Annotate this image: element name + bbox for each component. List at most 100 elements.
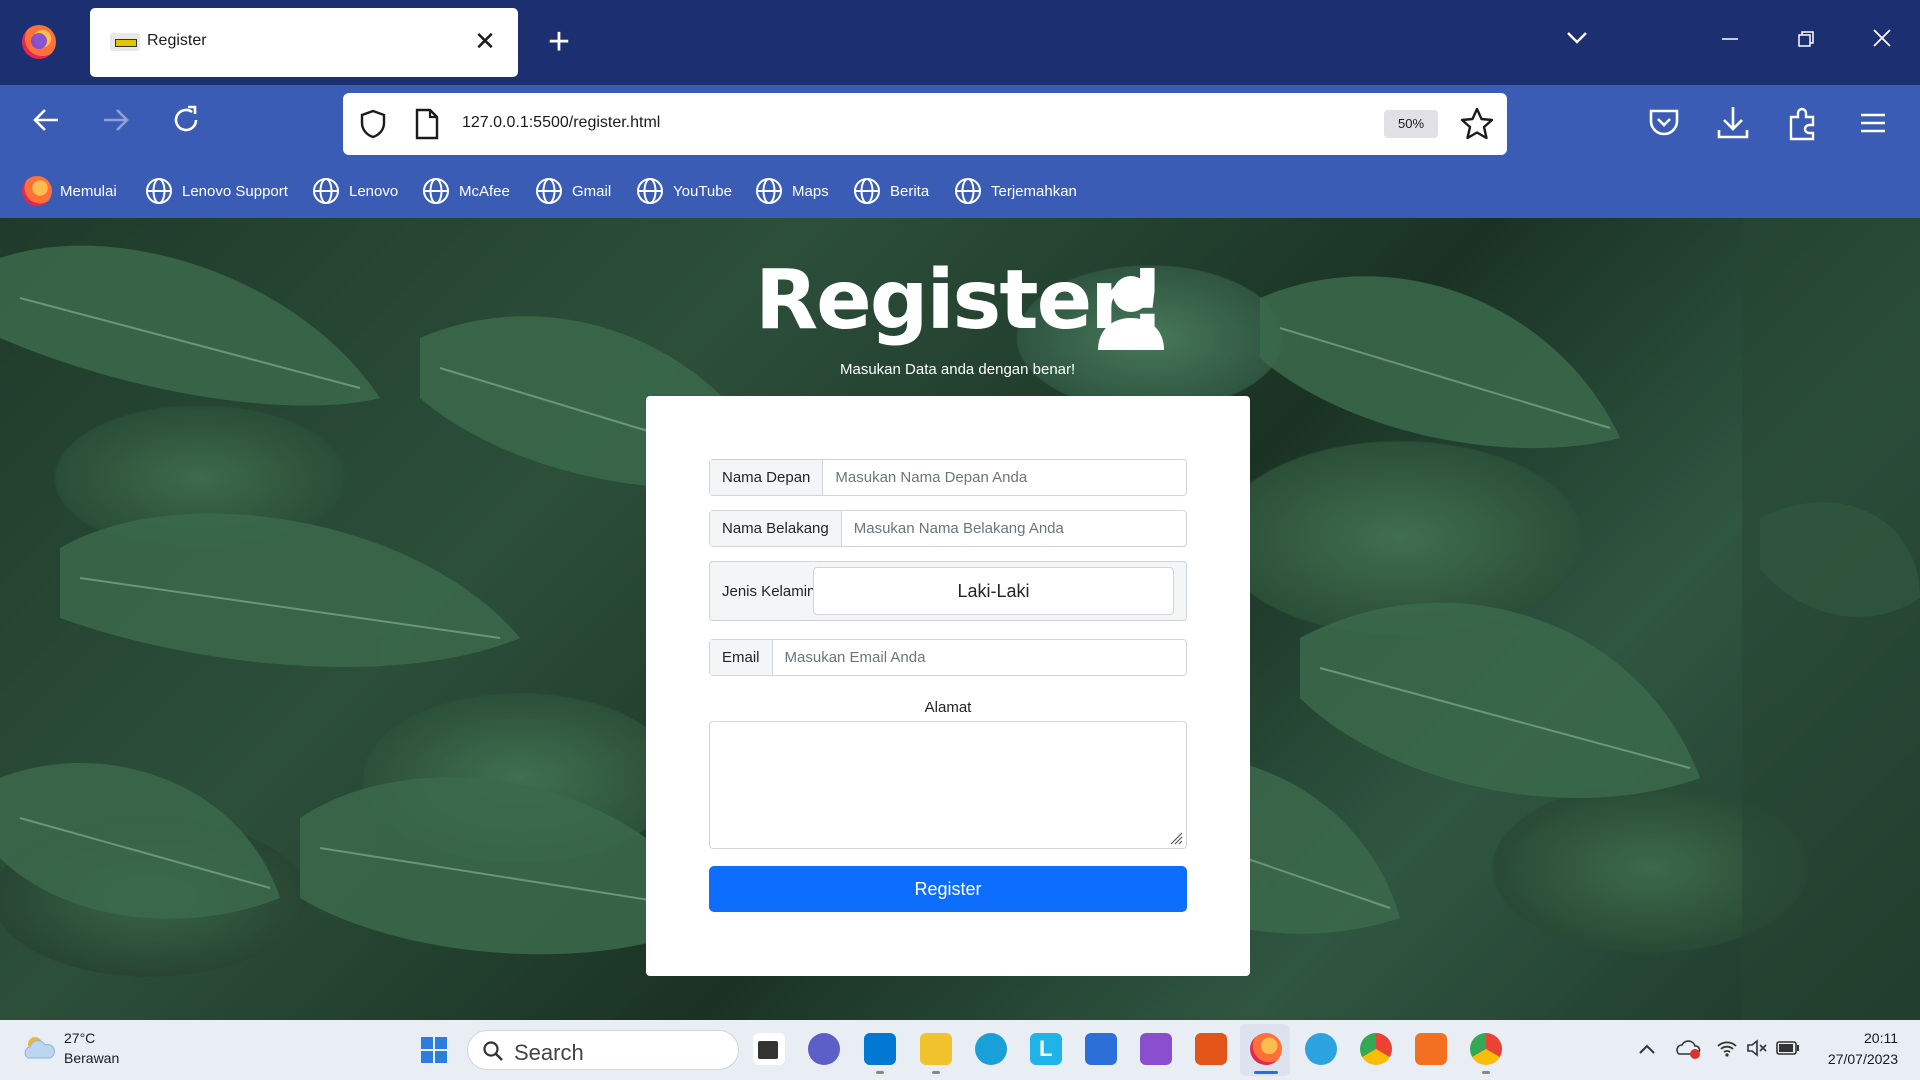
vscode-icon[interactable]: [864, 1033, 896, 1065]
chrome-profile-icon[interactable]: [1470, 1033, 1502, 1065]
running-indicator: [932, 1071, 940, 1074]
email-group: Email: [709, 639, 1187, 676]
address-label: Alamat: [924, 699, 972, 716]
shield-icon[interactable]: [357, 108, 389, 140]
gender-select[interactable]: Laki-Laki: [813, 567, 1174, 615]
tp-app-icon[interactable]: [1195, 1033, 1227, 1065]
wifi-icon[interactable]: [1716, 1038, 1738, 1058]
bookmark-youtube[interactable]: YouTube: [635, 176, 732, 206]
edge-icon[interactable]: [975, 1033, 1007, 1065]
globe-icon: [955, 178, 981, 204]
globe-icon: [536, 178, 562, 204]
bookmark-label: Lenovo: [349, 182, 399, 200]
teams-chat-icon[interactable]: [808, 1033, 840, 1065]
battery-icon[interactable]: [1776, 1040, 1800, 1056]
page-info-icon[interactable]: [413, 108, 441, 140]
search-icon: [483, 1041, 503, 1061]
gender-group: Jenis Kelamin Laki-Laki: [709, 561, 1187, 621]
first-name-input[interactable]: [823, 460, 1186, 495]
reload-button[interactable]: [166, 104, 206, 144]
globe-icon: [313, 178, 339, 204]
forward-button[interactable]: [96, 104, 136, 144]
new-tab-button[interactable]: +: [540, 23, 578, 62]
xampp-icon[interactable]: [1415, 1033, 1447, 1065]
hamburger-menu-icon[interactable]: [1851, 101, 1895, 145]
bookmark-label: YouTube: [673, 182, 732, 200]
close-window-button[interactable]: [1860, 20, 1904, 64]
bookmark-label: Berita: [890, 182, 930, 200]
bookmark-terjemahkan[interactable]: Terjemahkan: [953, 176, 1077, 206]
bookmark-gmail[interactable]: Gmail: [534, 176, 611, 206]
globe-icon: [756, 178, 782, 204]
bookmark-lenovo-support[interactable]: Lenovo Support: [144, 176, 288, 206]
last-name-input[interactable]: [841, 511, 1186, 546]
firefox-menu-icon[interactable]: [22, 25, 56, 59]
task-view-icon[interactable]: [753, 1033, 785, 1065]
browser-tab-bar: Register ✕ +: [0, 0, 1920, 85]
volume-muted-icon[interactable]: [1746, 1038, 1768, 1058]
taskbar-search-box[interactable]: Search: [467, 1030, 739, 1070]
zoom-level-badge[interactable]: 50%: [1384, 110, 1438, 138]
bookmark-maps[interactable]: Maps: [754, 176, 829, 206]
telegram-icon[interactable]: [1305, 1033, 1337, 1065]
close-tab-icon[interactable]: ✕: [470, 26, 500, 56]
back-button[interactable]: [26, 104, 66, 144]
firefox-icon: [22, 176, 52, 206]
bookmark-label: Lenovo Support: [182, 182, 288, 200]
running-indicator: [1482, 1071, 1490, 1074]
downloads-icon[interactable]: [1711, 101, 1755, 145]
bookmark-mcafee[interactable]: McAfee: [421, 176, 510, 206]
bookmark-label: Gmail: [572, 182, 612, 200]
list-all-tabs-icon[interactable]: [1555, 20, 1599, 64]
pocket-icon[interactable]: [1642, 101, 1686, 145]
file-explorer-icon[interactable]: [920, 1033, 952, 1065]
url-text[interactable]: 127.0.0.1:5500/register.html: [462, 114, 660, 132]
bookmarks-toolbar: Memulai Lenovo Support Lenovo McAfee Gma…: [0, 163, 1920, 218]
bookmark-label: Maps: [792, 182, 829, 200]
register-button[interactable]: Register: [709, 866, 1187, 912]
resize-grip-icon[interactable]: [1169, 831, 1183, 845]
chrome-icon[interactable]: [1360, 1033, 1392, 1065]
visual-studio-icon[interactable]: [1140, 1033, 1172, 1065]
clock-date[interactable]: 27/07/2023: [1816, 1051, 1898, 1067]
bookmark-berita[interactable]: Berita: [852, 176, 929, 206]
email-label: Email: [710, 640, 773, 675]
onedrive-error-icon[interactable]: [1676, 1038, 1702, 1060]
bookmark-label: Terjemahkan: [991, 182, 1077, 200]
weather-description[interactable]: Berawan: [64, 1050, 119, 1066]
minimize-window-button[interactable]: [1708, 20, 1752, 64]
extensions-icon[interactable]: [1781, 101, 1825, 145]
restore-window-button[interactable]: [1784, 20, 1828, 64]
last-name-label: Nama Belakang: [710, 511, 842, 546]
address-textarea[interactable]: [709, 721, 1187, 849]
weather-temperature[interactable]: 27°C: [64, 1030, 95, 1046]
search-placeholder: Search: [514, 1040, 584, 1065]
gender-label: Jenis Kelamin: [722, 583, 816, 600]
first-name-label: Nama Depan: [710, 460, 824, 495]
address-bar[interactable]: 127.0.0.1:5500/register.html 50%: [343, 93, 1507, 155]
tab-favicon-icon: [110, 33, 140, 51]
weather-cloud-icon[interactable]: [22, 1034, 56, 1062]
running-indicator: [876, 1071, 884, 1074]
bookmark-memulai[interactable]: Memulai: [22, 176, 117, 206]
globe-icon: [423, 178, 449, 204]
page-subtitle: Masukan Data anda dengan benar!: [840, 361, 1076, 378]
page-viewport: Register! Masukan Data anda dengan benar…: [0, 218, 1920, 1020]
bookmark-star-icon[interactable]: [1459, 106, 1495, 142]
lenovo-vantage-icon[interactable]: L: [1030, 1033, 1062, 1065]
register-form-card: Nama Depan Nama Belakang Jenis Kelamin L…: [646, 396, 1250, 976]
bookmark-label: McAfee: [459, 182, 510, 200]
tab-title: Register: [147, 32, 207, 49]
firefox-taskbar-icon[interactable]: [1250, 1033, 1282, 1065]
windows-start-icon[interactable]: [420, 1036, 448, 1064]
bookmark-lenovo[interactable]: Lenovo: [311, 176, 398, 206]
clock-time[interactable]: 20:11: [1858, 1030, 1898, 1046]
tab-register[interactable]: Register ✕: [90, 8, 518, 77]
globe-icon: [637, 178, 663, 204]
active-indicator: [1254, 1071, 1278, 1074]
user-icon: [1098, 276, 1164, 350]
windows-taskbar: 27°C Berawan Search L 20:11 27/07/2023: [0, 1020, 1920, 1080]
microsoft-store-icon[interactable]: [1085, 1033, 1117, 1065]
chevron-up-icon[interactable]: [1638, 1042, 1656, 1056]
email-input[interactable]: [772, 640, 1186, 675]
